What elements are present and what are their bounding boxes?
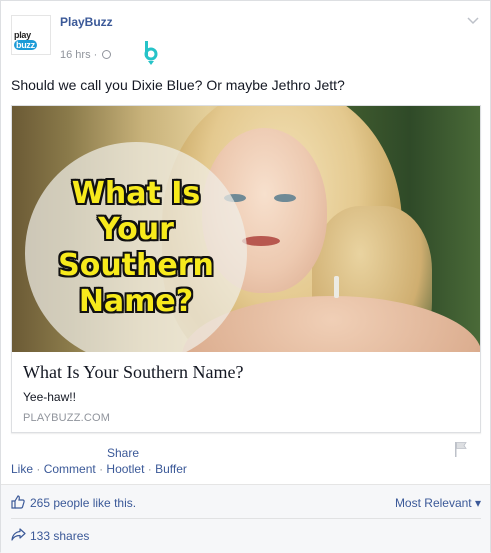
- post-text: Should we call you Dixie Blue? Or maybe …: [11, 77, 345, 93]
- shares-count[interactable]: 133 shares: [30, 529, 89, 543]
- thumbs-up-icon: [11, 495, 25, 509]
- hootlet-button[interactable]: Hootlet: [106, 462, 144, 476]
- like-button[interactable]: Like: [11, 462, 33, 476]
- buffer-button[interactable]: Buffer: [155, 462, 187, 476]
- likes-row: 265 people like this. Most Relevant ▾: [11, 495, 481, 511]
- playbuzz-logo: playbuzz: [14, 30, 37, 50]
- footer-divider: [11, 518, 481, 519]
- post-footer: 265 people like this. Most Relevant ▾ 13…: [1, 484, 490, 553]
- link-preview-image[interactable]: What Is Your Southern Name?: [12, 106, 480, 352]
- globe-icon: [102, 50, 112, 59]
- image-headline: What Is Your Southern Name?: [58, 176, 214, 319]
- comment-button[interactable]: Comment: [44, 462, 96, 476]
- post-timestamp[interactable]: 16 hrs ·: [60, 49, 112, 61]
- page-avatar[interactable]: playbuzz: [11, 15, 51, 55]
- b-extension-icon[interactable]: [141, 39, 161, 65]
- share-button[interactable]: Share: [107, 446, 139, 460]
- timestamp-text[interactable]: 16 hrs: [60, 49, 91, 61]
- link-description: Yee-haw!!: [23, 390, 76, 404]
- page-name-link[interactable]: PlayBuzz: [60, 15, 113, 29]
- likes-count[interactable]: 265 people like this.: [30, 496, 136, 510]
- link-domain: PLAYBUZZ.COM: [23, 412, 111, 424]
- caret-down-icon: ▾: [471, 496, 481, 510]
- post-actions: Like · Comment · Hootlet · Buffer: [11, 462, 187, 476]
- post-card: playbuzz PlayBuzz 16 hrs · Should we cal…: [0, 0, 491, 553]
- link-preview-card[interactable]: What Is Your Southern Name? What Is Your…: [11, 105, 481, 433]
- link-title[interactable]: What Is Your Southern Name?: [23, 362, 243, 383]
- chevron-down-icon[interactable]: [467, 17, 479, 25]
- share-arrow-icon: [11, 528, 26, 541]
- sort-dropdown[interactable]: Most Relevant ▾: [395, 496, 481, 510]
- flag-icon[interactable]: [454, 441, 468, 457]
